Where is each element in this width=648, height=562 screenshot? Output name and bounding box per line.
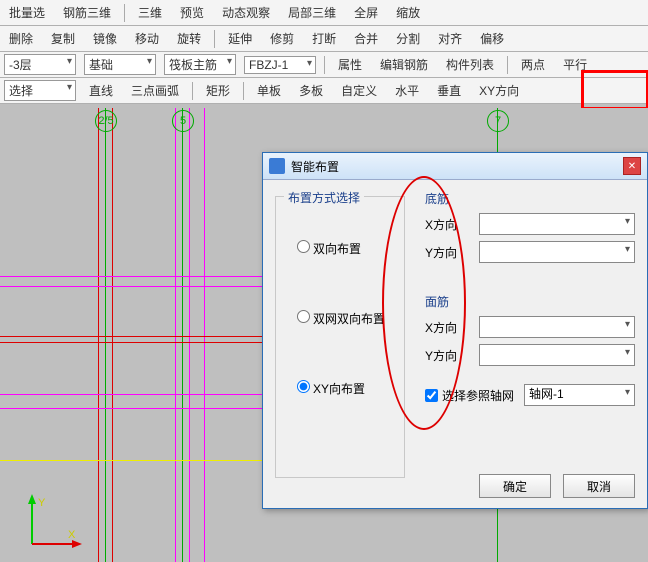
btn-preview[interactable]: 预览 (175, 2, 209, 23)
dropdown-select[interactable]: 选择 (4, 80, 76, 101)
highlight-xy-button (581, 70, 648, 110)
dropdown-code[interactable]: FBZJ-1 (244, 56, 316, 74)
btn-arc[interactable]: 三点画弧 (126, 80, 184, 101)
btn-multi-board[interactable]: 多板 (294, 80, 328, 101)
dialog-titlebar[interactable]: 智能布置 ✕ (263, 153, 647, 180)
separator (324, 56, 325, 74)
btn-rotate[interactable]: 旋转 (172, 28, 206, 49)
checkbox-ref-grid[interactable]: 选择参照轴网 轴网-1 (425, 384, 635, 406)
btn-align[interactable]: 对齐 (433, 28, 467, 49)
radio-bidirectional[interactable]: 双向布置 (292, 237, 394, 257)
group-title: 布置方式选择 (284, 189, 364, 206)
annotation-ellipse (382, 176, 466, 430)
toolbar-row-2: 删除 复制 镜像 移动 旋转 延伸 修剪 打断 合并 分割 对齐 偏移 (0, 26, 648, 52)
separator (243, 82, 244, 100)
btn-batch[interactable]: 批量选 (4, 2, 50, 23)
btn-merge[interactable]: 合并 (349, 28, 383, 49)
separator (214, 30, 215, 48)
btn-horiz[interactable]: 水平 (390, 80, 424, 101)
grid-label: 2/5 (95, 110, 117, 132)
app-icon (269, 158, 285, 174)
grid-line-v (189, 108, 190, 562)
btn-line[interactable]: 直线 (84, 80, 118, 101)
close-icon[interactable]: ✕ (623, 157, 641, 175)
btn-trim[interactable]: 修剪 (265, 28, 299, 49)
btn-zoom[interactable]: 缩放 (391, 2, 425, 23)
btn-xy[interactable]: XY方向 (474, 80, 524, 101)
btn-copy[interactable]: 复制 (46, 28, 80, 49)
btn-single-board[interactable]: 单板 (252, 80, 286, 101)
select-bottom-x[interactable] (479, 213, 635, 235)
btn-extend[interactable]: 延伸 (223, 28, 257, 49)
radio-dual-net[interactable]: 双网双向布置 (292, 307, 394, 327)
grid-line-v (112, 108, 113, 562)
btn-edit-rebar[interactable]: 编辑钢筋 (375, 54, 433, 75)
btn-rebar3d[interactable]: 钢筋三维 (58, 2, 116, 23)
btn-offset[interactable]: 偏移 (475, 28, 509, 49)
cancel-button[interactable]: 取消 (563, 474, 635, 498)
section-title-bottom: 底筋 (425, 190, 635, 207)
btn-orbit[interactable]: 动态观察 (217, 2, 275, 23)
axes-gizmo: Y X (22, 494, 82, 554)
dropdown-base[interactable]: 基础 (84, 54, 156, 75)
toolbar-row-3: -3层 基础 筏板主筋 FBZJ-1 属性 编辑钢筋 构件列表 两点 平行 (0, 52, 648, 78)
radio-xy[interactable]: XY向布置 (292, 377, 394, 397)
axis-x-label: X (68, 529, 76, 541)
select-top-x[interactable] (479, 316, 635, 338)
btn-rect[interactable]: 矩形 (201, 80, 235, 101)
separator (507, 56, 508, 74)
separator (124, 4, 125, 22)
grid-label: 5 (172, 110, 194, 132)
grid-line-v (105, 108, 106, 562)
btn-break[interactable]: 打断 (307, 28, 341, 49)
btn-vert[interactable]: 垂直 (432, 80, 466, 101)
btn-custom[interactable]: 自定义 (336, 80, 382, 101)
ok-button[interactable]: 确定 (479, 474, 551, 498)
grid-line-v (175, 108, 176, 562)
btn-component-list[interactable]: 构件列表 (441, 54, 499, 75)
btn-twopoint[interactable]: 两点 (516, 54, 550, 75)
select-top-y[interactable] (479, 344, 635, 366)
btn-properties[interactable]: 属性 (333, 54, 367, 75)
btn-local3d[interactable]: 局部三维 (283, 2, 341, 23)
btn-split[interactable]: 分割 (391, 28, 425, 49)
axis-y-label: Y (38, 497, 46, 509)
select-bottom-y[interactable] (479, 241, 635, 263)
btn-3d[interactable]: 三维 (133, 2, 167, 23)
toolbar-row-4: 选择 直线 三点画弧 矩形 单板 多板 自定义 水平 垂直 XY方向 (0, 78, 648, 104)
dialog-title: 智能布置 (291, 158, 339, 175)
grid-line-v (182, 108, 183, 562)
grid-label: 7 (487, 110, 509, 132)
grid-line-v (204, 108, 205, 562)
btn-delete[interactable]: 删除 (4, 28, 38, 49)
btn-fullscreen[interactable]: 全屏 (349, 2, 383, 23)
select-grid[interactable]: 轴网-1 (524, 384, 635, 406)
btn-move[interactable]: 移动 (130, 28, 164, 49)
dropdown-type[interactable]: 筏板主筋 (164, 54, 236, 75)
toolbar-row-1: 批量选 钢筋三维 三维 预览 动态观察 局部三维 全屏 缩放 (0, 0, 648, 26)
btn-mirror[interactable]: 镜像 (88, 28, 122, 49)
grid-line-v (98, 108, 99, 562)
separator (192, 82, 193, 100)
dropdown-layer[interactable]: -3层 (4, 54, 76, 75)
